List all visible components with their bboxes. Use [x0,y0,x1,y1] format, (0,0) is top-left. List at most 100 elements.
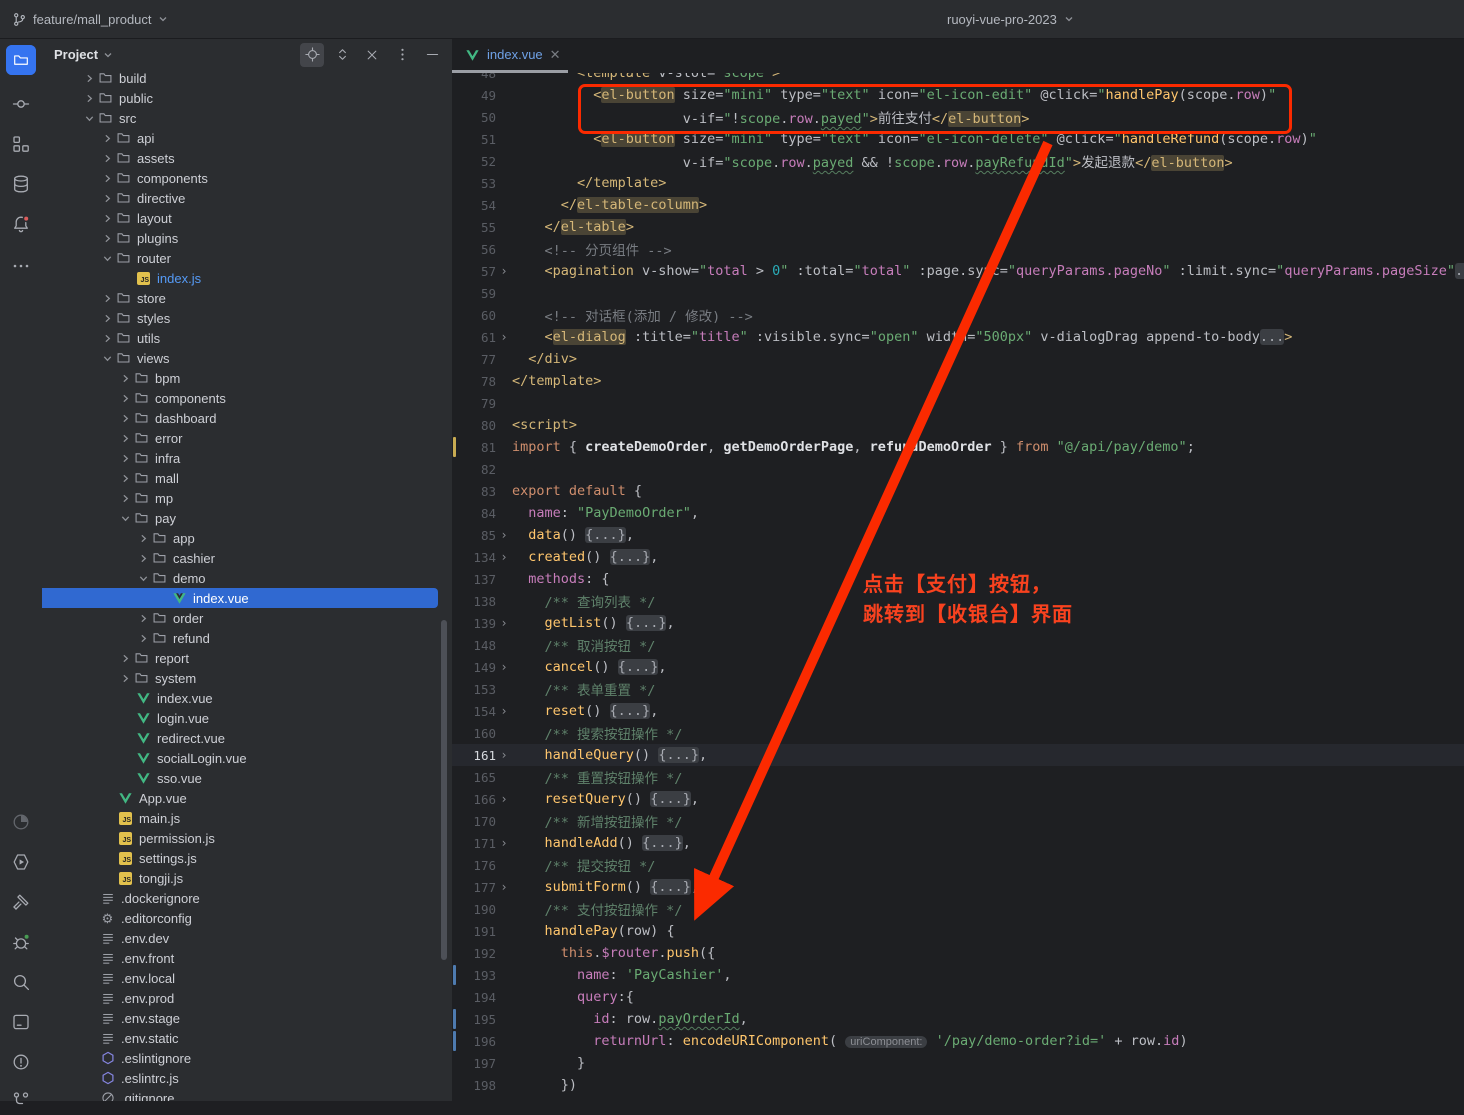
chevron-right-icon[interactable] [100,211,115,226]
tree-item-utils[interactable]: utils [42,328,438,348]
tree-item--env-prod[interactable]: .env.prod [42,988,438,1008]
fold-arrow-icon[interactable]: › [496,550,512,564]
tree-item--dockerignore[interactable]: .dockerignore [42,888,438,908]
tree-item--env-local[interactable]: .env.local [42,968,438,988]
code-line-48[interactable]: 48 <template v-slot="scope"> [452,73,1464,84]
tree-item--env-front[interactable]: .env.front [42,948,438,968]
code-line-78[interactable]: 78</template> [452,370,1464,392]
chevron-right-icon[interactable] [82,71,97,86]
tree-item-pay[interactable]: pay [42,508,438,528]
tree-item-infra[interactable]: infra [42,448,438,468]
hide-button[interactable] [420,43,444,67]
code-line-81[interactable]: 81import { createDemoOrder, getDemoOrder… [452,436,1464,458]
project-panel-title[interactable]: Project [54,47,113,62]
code-line-57[interactable]: 57› <pagination v-show="total > 0" :tota… [452,260,1464,282]
tree-item--env-static[interactable]: .env.static [42,1028,438,1048]
code-line-61[interactable]: 61› <el-dialog :title="title" :visible.s… [452,326,1464,348]
code-line-77[interactable]: 77 </div> [452,348,1464,370]
chevron-right-icon[interactable] [100,191,115,206]
code-line-137[interactable]: 137 methods: { [452,568,1464,590]
chevron-right-icon[interactable] [100,291,115,306]
tree-item--env-dev[interactable]: .env.dev [42,928,438,948]
code-line-192[interactable]: 192 this.$router.push({ [452,942,1464,964]
tree-item-refund[interactable]: refund [42,628,438,648]
project-selector[interactable]: ruoyi-vue-pro-2023 [947,0,1074,38]
code-line-148[interactable]: 148 /** 取消按钮 */ [452,634,1464,656]
fold-arrow-icon[interactable]: › [496,660,512,674]
code-line-82[interactable]: 82 [452,458,1464,480]
code-line-194[interactable]: 194 query:{ [452,986,1464,1008]
fold-arrow-icon[interactable]: › [496,264,512,278]
locate-button[interactable] [300,43,324,67]
code-line-165[interactable]: 165 /** 重置按钮操作 */ [452,766,1464,788]
tree-item-components[interactable]: components [42,388,438,408]
chevron-down-icon[interactable] [100,251,115,266]
build-tool-button[interactable] [6,887,36,917]
chevron-right-icon[interactable] [136,551,151,566]
fold-arrow-icon[interactable]: › [496,880,512,894]
chevron-right-icon[interactable] [100,131,115,146]
tree-item-plugins[interactable]: plugins [42,228,438,248]
chevron-right-icon[interactable] [118,471,133,486]
chevron-right-icon[interactable] [118,451,133,466]
tree-item-store[interactable]: store [42,288,438,308]
chevron-right-icon[interactable] [118,671,133,686]
fold-arrow-icon[interactable]: › [496,792,512,806]
code-line-53[interactable]: 53 </template> [452,172,1464,194]
tab-close-icon[interactable]: ✕ [550,48,561,61]
tree-item-styles[interactable]: styles [42,308,438,328]
tree-item--editorconfig[interactable]: ⚙.editorconfig [42,908,438,928]
tree-item-build[interactable]: build [42,68,438,88]
notifications-tool-button[interactable] [6,209,36,239]
code-line-166[interactable]: 166› resetQuery() {...}, [452,788,1464,810]
tree-item--eslintignore[interactable]: .eslintignore [42,1048,438,1068]
code-line-51[interactable]: 51 <el-button size="mini" type="text" ic… [452,128,1464,150]
chevron-right-icon[interactable] [100,151,115,166]
more-button[interactable] [390,43,414,67]
tree-item-permission-js[interactable]: JSpermission.js [42,828,438,848]
code-line-49[interactable]: 49 <el-button size="mini" type="text" ic… [452,84,1464,106]
fold-arrow-icon[interactable]: › [496,528,512,542]
tree-item-error[interactable]: error [42,428,438,448]
fold-arrow-icon[interactable]: › [496,330,512,344]
tree-item-index-js[interactable]: JSindex.js [42,268,438,288]
code-line-153[interactable]: 153 /** 表单重置 */ [452,678,1464,700]
tree-item-demo[interactable]: demo [42,568,438,588]
tree-item-index-vue[interactable]: index.vue [42,588,438,608]
code-line-80[interactable]: 80<script> [452,414,1464,436]
tree-item--env-stage[interactable]: .env.stage [42,1008,438,1028]
fold-arrow-icon[interactable]: › [496,616,512,630]
tree-item-app-vue[interactable]: App.vue [42,788,438,808]
tree-item-index-vue[interactable]: index.vue [42,688,438,708]
chevron-right-icon[interactable] [100,331,115,346]
code-line-134[interactable]: 134› created() {...}, [452,546,1464,568]
tree-item-tongji-js[interactable]: JStongji.js [42,868,438,888]
chevron-down-icon[interactable] [118,511,133,526]
search-tool-button[interactable] [6,967,36,997]
tree-item-assets[interactable]: assets [42,148,438,168]
tree-item-system[interactable]: system [42,668,438,688]
tree-item-order[interactable]: order [42,608,438,628]
code-line-196[interactable]: 196 returnUrl: encodeURIComponent( uriCo… [452,1030,1464,1052]
chevron-right-icon[interactable] [82,91,97,106]
code-line-176[interactable]: 176 /** 提交按钮 */ [452,854,1464,876]
code-line-59[interactable]: 59 [452,282,1464,304]
code-line-139[interactable]: 139› getList() {...}, [452,612,1464,634]
tree-item--gitignore[interactable]: .gitignore [42,1088,438,1101]
code-line-138[interactable]: 138 /** 查询列表 */ [452,590,1464,612]
code-line-84[interactable]: 84 name: "PayDemoOrder", [452,502,1464,524]
chevron-right-icon[interactable] [100,171,115,186]
tree-item-settings-js[interactable]: JSsettings.js [42,848,438,868]
problems-tool-button[interactable] [6,1047,36,1077]
code-line-197[interactable]: 197 } [452,1052,1464,1074]
tree-item-dashboard[interactable]: dashboard [42,408,438,428]
git-branch-widget[interactable]: feature/mall_product [12,12,168,27]
database-tool-button[interactable] [6,169,36,199]
fold-arrow-icon[interactable]: › [496,748,512,762]
tree-item-sso-vue[interactable]: sso.vue [42,768,438,788]
code-line-191[interactable]: 191 handlePay(row) { [452,920,1464,942]
code-line-60[interactable]: 60 <!-- 对话框(添加 / 修改) --> [452,304,1464,326]
code-line-195[interactable]: 195 id: row.payOrderId, [452,1008,1464,1030]
structure-tool-button[interactable] [6,129,36,159]
chevron-right-icon[interactable] [118,371,133,386]
